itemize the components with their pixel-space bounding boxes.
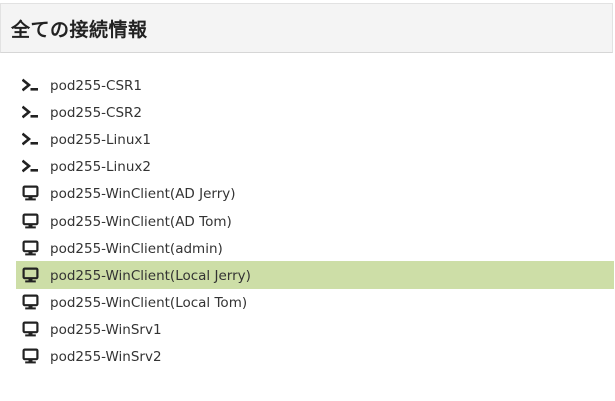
connection-item[interactable]: pod255-WinClient(Local Tom) bbox=[16, 289, 614, 316]
connection-label: pod255-WinClient(Local Jerry) bbox=[50, 267, 251, 284]
connection-label: pod255-WinClient(AD Tom) bbox=[50, 213, 232, 230]
connection-list: pod255-CSR1 pod255-CSR2 pod255-Linux1 pod25… bbox=[16, 71, 614, 370]
connection-item[interactable]: pod255-WinClient(AD Jerry) bbox=[16, 180, 614, 207]
connection-label: pod255-WinClient(Local Tom) bbox=[50, 295, 248, 312]
connection-item[interactable]: pod255-WinClient(AD Tom) bbox=[16, 207, 614, 234]
connection-item[interactable]: pod255-WinSrv1 bbox=[16, 316, 614, 343]
terminal-icon bbox=[20, 129, 40, 149]
connection-label: pod255-WinClient(AD Jerry) bbox=[50, 186, 236, 203]
connection-item[interactable]: pod255-Linux1 bbox=[16, 125, 614, 152]
monitor-icon bbox=[20, 211, 40, 231]
page-header: 全ての接続情報 bbox=[0, 3, 613, 53]
terminal-icon bbox=[20, 102, 40, 122]
monitor-icon bbox=[20, 292, 40, 312]
connection-label: pod255-WinClient(admin) bbox=[50, 240, 223, 257]
connection-item[interactable]: pod255-CSR1 bbox=[16, 71, 614, 98]
connection-item[interactable]: pod255-CSR2 bbox=[16, 98, 614, 125]
monitor-icon bbox=[20, 183, 40, 203]
monitor-icon bbox=[20, 346, 40, 366]
connection-label: pod255-WinSrv1 bbox=[50, 322, 162, 339]
connection-item[interactable]: pod255-Linux2 bbox=[16, 153, 614, 180]
connection-label: pod255-Linux2 bbox=[50, 159, 151, 176]
terminal-icon bbox=[20, 75, 40, 95]
connection-label: pod255-Linux1 bbox=[50, 131, 151, 148]
connection-label: pod255-CSR2 bbox=[50, 104, 143, 121]
connection-item[interactable]: pod255-WinClient(Local Jerry) bbox=[16, 261, 614, 289]
connection-label: pod255-WinSrv2 bbox=[50, 349, 162, 366]
monitor-icon bbox=[20, 238, 40, 258]
connection-item[interactable]: pod255-WinClient(admin) bbox=[16, 234, 614, 261]
terminal-icon bbox=[20, 156, 40, 176]
connection-label: pod255-CSR1 bbox=[50, 77, 143, 94]
connection-item[interactable]: pod255-WinSrv2 bbox=[16, 343, 614, 370]
monitor-icon bbox=[20, 265, 40, 285]
monitor-icon bbox=[20, 319, 40, 339]
page-title: 全ての接続情報 bbox=[11, 19, 148, 41]
